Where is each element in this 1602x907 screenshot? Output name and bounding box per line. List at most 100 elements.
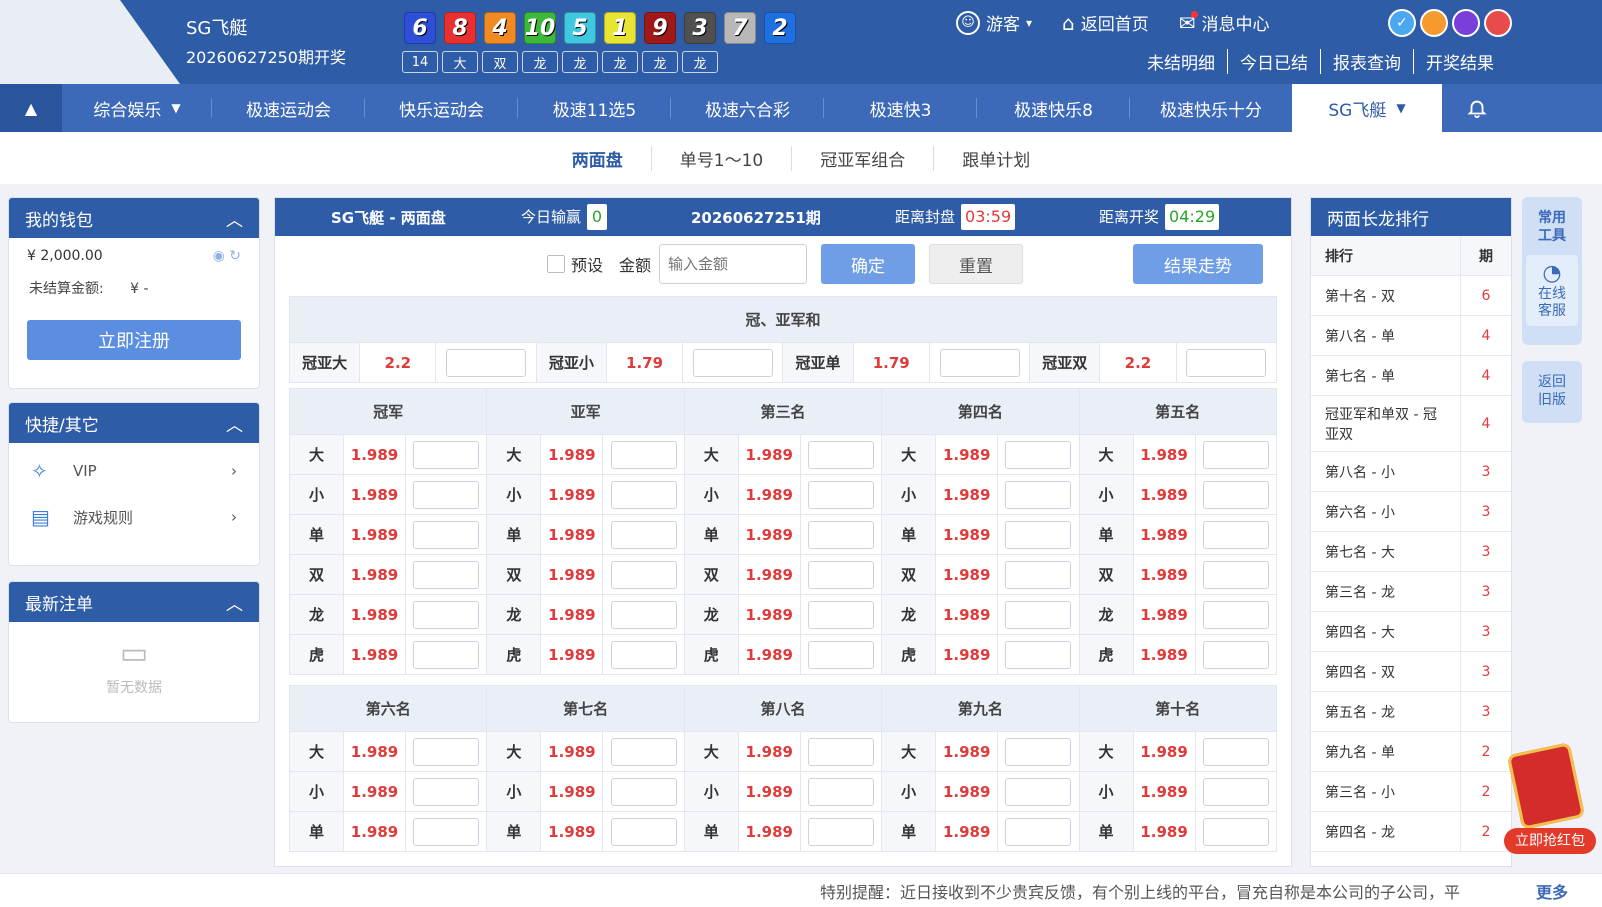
bet-amount-input[interactable] <box>1202 817 1269 846</box>
account-link[interactable]: 报表查询 <box>1320 49 1413 74</box>
nav-item-k3[interactable]: 极速快3 <box>824 84 977 132</box>
bet-amount-input[interactable] <box>610 560 677 589</box>
bet-amount-input[interactable] <box>413 480 480 509</box>
nav-item-zonghe[interactable]: 综合娱乐 ▼ <box>62 84 212 132</box>
bet-amount-input[interactable] <box>413 737 480 766</box>
nav-item-kl8[interactable]: 极速快乐8 <box>977 84 1130 132</box>
shortcuts-header[interactable]: 快捷/其它 ︿ <box>9 403 259 443</box>
bet-cell <box>799 514 883 555</box>
account-link[interactable]: 未结明细 <box>1135 49 1227 74</box>
bet-amount-input[interactable] <box>413 817 480 846</box>
collapse-up-icon[interactable]: ▲ <box>0 84 62 132</box>
option-odds: 1.989 <box>343 554 406 595</box>
bet-amount-input[interactable] <box>610 440 677 469</box>
bet-amount-input[interactable] <box>807 640 874 669</box>
bet-amount-input[interactable] <box>1005 520 1072 549</box>
bet-amount-input[interactable] <box>1005 737 1072 766</box>
messages-link[interactable]: ✉ 消息中心 <box>1179 10 1270 35</box>
bet-amount-input[interactable] <box>1005 777 1072 806</box>
bet-amount-input[interactable] <box>807 440 874 469</box>
bet-amount-input[interactable] <box>610 520 677 549</box>
bet-amount-input[interactable] <box>807 480 874 509</box>
bet-amount-input[interactable] <box>1005 600 1072 629</box>
service-label[interactable]: 在线客服 <box>1535 286 1569 320</box>
bet-amount-input[interactable] <box>939 348 1020 377</box>
account-link[interactable]: 开奖结果 <box>1413 49 1506 74</box>
tab-danhao[interactable]: 单号1～10 <box>650 145 791 171</box>
red-packet[interactable]: 立即抢红包 <box>1504 742 1596 858</box>
shortcut-vip[interactable]: ✧ VIP › <box>9 443 259 483</box>
old-version-link[interactable]: 返回旧版 <box>1522 361 1582 423</box>
nav-item-jisu-yundong[interactable]: 极速运动会 <box>212 84 365 132</box>
bet-amount-input[interactable] <box>610 600 677 629</box>
nav-item-sg-feiting[interactable]: SG飞艇 ▼ <box>1292 84 1442 132</box>
theme-color-dot[interactable]: ✓ <box>1388 9 1416 37</box>
bet-amount-input[interactable] <box>1005 560 1072 589</box>
register-button[interactable]: 立即注册 <box>27 320 241 360</box>
tools-label[interactable]: 常用工具 <box>1535 209 1569 245</box>
user-menu[interactable]: ☺ 游客 ▾ <box>956 10 1032 35</box>
bet-amount-input[interactable] <box>807 777 874 806</box>
reset-button[interactable]: 重置 <box>929 244 1023 284</box>
bet-amount-input[interactable] <box>413 440 480 469</box>
option-label: 小 <box>683 771 739 812</box>
bet-amount-input[interactable] <box>1202 520 1269 549</box>
bet-amount-input[interactable] <box>692 348 773 377</box>
nav-item-11x5[interactable]: 极速11选5 <box>518 84 671 132</box>
trend-button[interactable]: 结果走势 <box>1133 244 1263 284</box>
theme-color-dot[interactable] <box>1452 9 1480 37</box>
rules-icon: ▤ <box>31 505 50 529</box>
bet-amount-input[interactable] <box>1005 640 1072 669</box>
bet-amount-input[interactable] <box>1202 600 1269 629</box>
bet-amount-input[interactable] <box>413 520 480 549</box>
bet-amount-input[interactable] <box>1005 480 1072 509</box>
bet-amount-input[interactable] <box>413 560 480 589</box>
bet-cell <box>404 434 488 475</box>
bell-icon[interactable] <box>1442 84 1512 132</box>
bet-amount-input[interactable] <box>1202 480 1269 509</box>
shortcut-rules[interactable]: ▤ 游戏规则 › <box>9 483 259 529</box>
bet-amount-input[interactable] <box>610 817 677 846</box>
theme-color-dot[interactable] <box>1484 9 1512 37</box>
bet-amount-input[interactable] <box>1005 817 1072 846</box>
bet-amount-input[interactable] <box>413 600 480 629</box>
account-link[interactable]: 今日已结 <box>1227 49 1320 74</box>
bet-amount-input[interactable] <box>1202 440 1269 469</box>
option-odds: 1.989 <box>935 771 999 812</box>
bet-amount-input[interactable] <box>807 817 874 846</box>
bet-amount-input[interactable] <box>807 737 874 766</box>
bet-amount-input[interactable] <box>807 600 874 629</box>
bet-amount-input[interactable] <box>413 640 480 669</box>
theme-color-dot[interactable] <box>1420 9 1448 37</box>
confirm-button[interactable]: 确定 <box>821 244 915 284</box>
bet-amount-input[interactable] <box>1005 440 1072 469</box>
close-label: 距离封盘 <box>895 208 956 226</box>
tab-follow-plan[interactable]: 跟单计划 <box>933 145 1058 171</box>
refresh-icon[interactable]: ↻ <box>229 248 241 264</box>
bet-amount-input[interactable] <box>1186 348 1267 377</box>
latest-header[interactable]: 最新注单 ︿ <box>9 582 259 622</box>
wallet-header[interactable]: 我的钱包 ︿ <box>9 198 259 238</box>
bet-amount-input[interactable] <box>1202 737 1269 766</box>
bet-amount-input[interactable] <box>807 520 874 549</box>
nav-item-kuaile-yundong[interactable]: 快乐运动会 <box>365 84 518 132</box>
nav-item-klsf[interactable]: 极速快乐十分 <box>1130 84 1292 132</box>
tab-liangmian[interactable]: 两面盘 <box>544 146 651 171</box>
bet-amount-input[interactable] <box>610 777 677 806</box>
tab-guanya-combo[interactable]: 冠亚军组合 <box>791 145 933 171</box>
bet-amount-input[interactable] <box>1202 777 1269 806</box>
bet-amount-input[interactable] <box>610 640 677 669</box>
eye-icon[interactable]: ◉ <box>213 248 225 264</box>
bet-amount-input[interactable] <box>610 480 677 509</box>
home-link[interactable]: ⌂ 返回首页 <box>1062 10 1149 36</box>
bet-amount-input[interactable] <box>610 737 677 766</box>
bet-amount-input[interactable] <box>807 560 874 589</box>
nav-item-liuhecai[interactable]: 极速六合彩 <box>671 84 824 132</box>
bet-amount-input[interactable] <box>413 777 480 806</box>
amount-input[interactable] <box>659 244 807 284</box>
bet-amount-input[interactable] <box>446 348 527 377</box>
preset-checkbox[interactable] <box>547 255 565 273</box>
bet-amount-input[interactable] <box>1202 640 1269 669</box>
bet-amount-input[interactable] <box>1202 560 1269 589</box>
more-link[interactable]: 更多 <box>1536 879 1568 903</box>
